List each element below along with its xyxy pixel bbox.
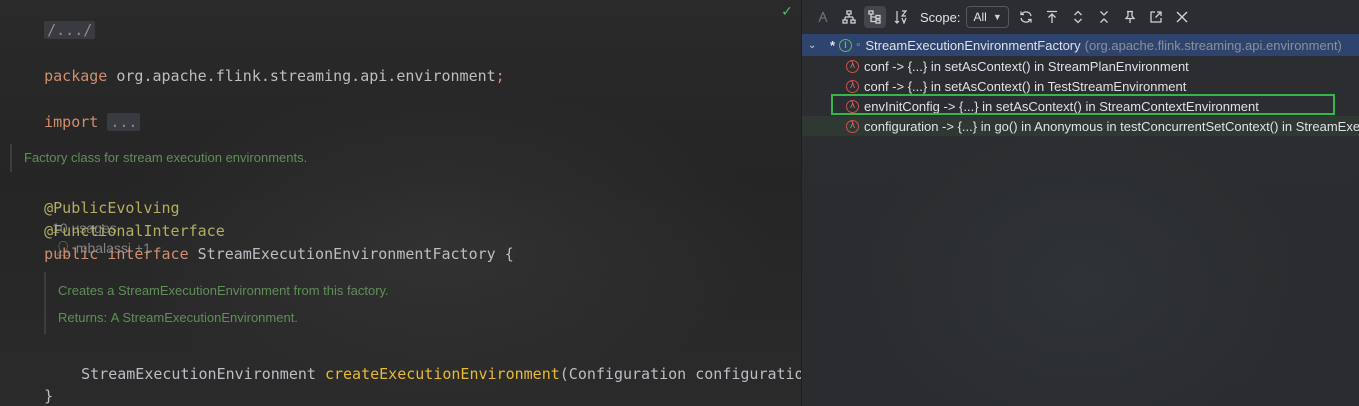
import-folded[interactable]: ...	[107, 113, 141, 131]
refresh-icon	[1020, 11, 1032, 23]
pin-icon	[1124, 10, 1136, 23]
refresh-button[interactable]	[1015, 6, 1037, 28]
method-doc-text: Creates a StreamExecutionEnvironment fro…	[58, 283, 389, 298]
semicolon: ;	[495, 67, 505, 85]
tree-item[interactable]: λ configuration -> {...} in go() in Anon…	[802, 116, 1359, 136]
closing-brace-line: }	[8, 366, 53, 406]
code-editor[interactable]: /.../ package org.apache.flink.streaming…	[0, 0, 801, 406]
sort-alphabetically-button[interactable]	[890, 6, 912, 28]
arrow-to-top-icon	[1046, 10, 1057, 23]
returns-text: A StreamExecutionEnvironment.	[110, 310, 298, 325]
method-return-type[interactable]: StreamExecutionEnvironment	[81, 365, 316, 383]
import-line: import ...	[8, 92, 141, 152]
class-doc-comment: Factory class for stream execution envir…	[10, 144, 307, 172]
interface-icon: I	[839, 38, 853, 52]
tree-item-label: conf -> {...} in setAsContext() in Strea…	[864, 58, 1189, 74]
go-to-top-button[interactable]	[1041, 6, 1063, 28]
closing-brace: }	[44, 387, 54, 405]
hierarchy-icon	[868, 10, 881, 24]
package-name: org.apache.flink.streaming.api.environme…	[116, 67, 496, 85]
tree-item-label: configuration -> {...} in go() in Anonym…	[864, 118, 1359, 134]
subtypes-hierarchy-button[interactable]	[838, 6, 860, 28]
collapse-all-button[interactable]	[1093, 6, 1115, 28]
package-keyword: package	[44, 67, 108, 85]
folded-path-label[interactable]: /.../	[44, 21, 96, 39]
expand-all-button[interactable]	[1067, 6, 1089, 28]
hierarchy-tree[interactable]: ⌄ * I ∘ StreamExecutionEnvironmentFactor…	[802, 34, 1359, 136]
hierarchy-toolbar: Scope: All ▼	[802, 0, 1359, 34]
method-name[interactable]: createExecutionEnvironment	[325, 365, 560, 383]
checkmark-icon[interactable]: ✓	[779, 4, 795, 20]
chevron-down-icon: ▼	[992, 12, 1002, 22]
open-external-icon	[1150, 11, 1162, 23]
scope-value: All	[973, 10, 987, 24]
public-keyword: public	[44, 245, 99, 263]
interface-keyword: interface	[107, 245, 189, 263]
pin-tab-button[interactable]	[1119, 6, 1141, 28]
method-doc-comment: Creates a StreamExecutionEnvironment fro…	[44, 272, 389, 334]
supertypes-hierarchy-button[interactable]	[812, 6, 834, 28]
close-icon	[1176, 11, 1188, 23]
scope-label: Scope:	[920, 9, 961, 25]
method-doc-returns: Returns: A StreamExecutionEnvironment.	[58, 310, 389, 325]
hierarchy-panel: Scope: All ▼ ⌄ * I ∘ StreamExecutionEnvi…	[801, 0, 1359, 406]
supertypes-icon	[818, 11, 828, 23]
collapse-icon	[1099, 11, 1108, 23]
interface-name[interactable]: StreamExecutionEnvironmentFactory	[198, 245, 496, 263]
class-doc-text: Factory class for stream execution envir…	[24, 150, 308, 165]
lambda-icon: λ	[846, 119, 859, 133]
method-declaration: StreamExecutionEnvironment createExecuti…	[45, 344, 801, 404]
tree-item[interactable]: λ conf -> {...} in setAsContext() in Tes…	[802, 76, 1359, 96]
tree-root-row[interactable]: ⌄ * I ∘ StreamExecutionEnvironmentFactor…	[802, 34, 1359, 56]
tree-item[interactable]: λ conf -> {...} in setAsContext() in Str…	[802, 56, 1359, 76]
chevron-down-icon[interactable]: ⌄	[808, 40, 824, 51]
link-icon: ∘	[855, 39, 862, 51]
returns-label: Returns:	[58, 310, 108, 325]
open-in-window-button[interactable]	[1145, 6, 1167, 28]
sort-icon	[894, 10, 908, 24]
scope-select[interactable]: All ▼	[966, 6, 1009, 28]
root-package: (org.apache.flink.streaming.api.environm…	[1084, 37, 1342, 53]
tree-item-label: conf -> {...} in setAsContext() in TestS…	[864, 78, 1187, 94]
close-button[interactable]	[1171, 6, 1193, 28]
lambda-icon: λ	[846, 79, 859, 93]
class-hierarchy-button[interactable]	[864, 6, 886, 28]
highlight-box	[831, 94, 1335, 115]
method-params: (Configuration configuration);	[559, 365, 801, 383]
root-class-name: StreamExecutionEnvironmentFactory	[865, 37, 1081, 53]
open-brace: {	[504, 245, 514, 263]
subtypes-icon	[842, 10, 856, 24]
import-keyword: import	[44, 113, 99, 131]
expand-icon	[1073, 10, 1082, 24]
lambda-icon: λ	[846, 59, 859, 73]
root-marker: *	[830, 37, 836, 53]
